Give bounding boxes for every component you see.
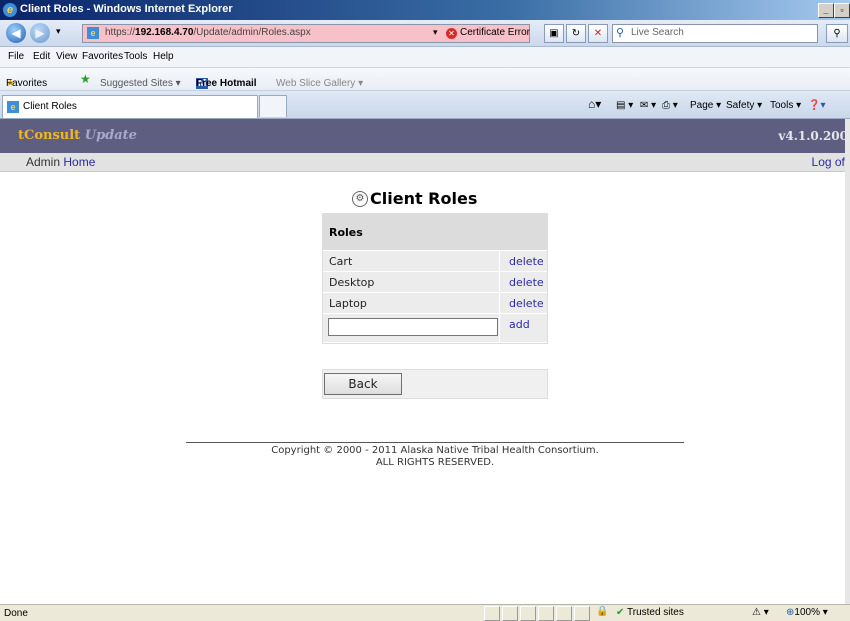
- roles-header: Roles: [323, 214, 547, 251]
- minimize-button[interactable]: _: [818, 3, 834, 18]
- window-title-bar: e Client Roles - Windows Internet Explor…: [0, 0, 850, 20]
- tab-bar: e Client Roles ⌂▾ ▤ ▾ ✉ ▾ ⎙ ▾ Page ▾ Saf…: [0, 91, 850, 119]
- tools-menu[interactable]: Tools ▾: [770, 100, 801, 111]
- certificate-error-icon: ✕: [446, 28, 457, 39]
- help-icon[interactable]: ❓▾: [808, 100, 825, 111]
- site-brand: tConsult Update: [18, 128, 137, 143]
- search-button[interactable]: ⚲: [826, 24, 848, 43]
- delete-link[interactable]: delete: [509, 255, 544, 268]
- delete-link[interactable]: delete: [509, 276, 544, 289]
- table-row: Cart delete: [323, 251, 547, 272]
- menu-edit[interactable]: Edit: [33, 51, 50, 62]
- recent-pages-dropdown-icon[interactable]: ▾: [56, 26, 61, 37]
- add-role-row: add: [323, 314, 547, 343]
- role-name: Cart: [329, 255, 353, 268]
- tab-page-icon: e: [7, 101, 19, 113]
- address-toolbar: ◀ ▶ ▾ e https://192.168.4.70/Update/admi…: [0, 20, 850, 47]
- back-button[interactable]: Back: [324, 373, 402, 395]
- roles-icon: ⚙: [352, 191, 368, 207]
- stop-icon[interactable]: ✕: [588, 24, 608, 43]
- back-nav-button[interactable]: ◀: [6, 23, 26, 43]
- safety-menu[interactable]: Safety ▾: [726, 100, 762, 111]
- add-link[interactable]: add: [509, 318, 530, 331]
- site-header: tConsult Update v4.1.0.200: [0, 119, 850, 153]
- status-bar: Done 🔒 ✔ Trusted sites ⚠ ▾ ⊕100% ▾: [0, 604, 850, 621]
- ie-logo-icon: e: [3, 3, 17, 17]
- role-name: Laptop: [329, 297, 367, 310]
- feeds-icon[interactable]: ▤ ▾: [616, 100, 633, 111]
- footer-divider: [186, 442, 684, 443]
- home-icon[interactable]: ⌂▾: [588, 97, 601, 111]
- delete-link[interactable]: delete: [509, 297, 544, 310]
- forward-nav-button[interactable]: ▶: [30, 23, 50, 43]
- menu-tools[interactable]: Tools: [124, 51, 147, 62]
- compatibility-view-icon[interactable]: ▣: [544, 24, 564, 43]
- menu-help[interactable]: Help: [153, 51, 174, 62]
- logoff-link[interactable]: Log off: [812, 155, 848, 169]
- page-menu[interactable]: Page ▾: [690, 100, 721, 111]
- menu-file[interactable]: File: [8, 51, 24, 62]
- home-link[interactable]: Home: [63, 155, 95, 169]
- refresh-icon[interactable]: ↻: [566, 24, 586, 43]
- address-url: https://192.168.4.70/Update/admin/Roles.…: [105, 27, 311, 38]
- menu-view[interactable]: View: [56, 51, 78, 62]
- restore-button[interactable]: ▫: [834, 3, 850, 18]
- version-label: v4.1.0.200: [778, 129, 848, 143]
- tab-client-roles[interactable]: e Client Roles: [2, 95, 258, 118]
- address-dropdown-icon[interactable]: ▾: [433, 27, 438, 38]
- protected-mode-icon[interactable]: 🔒: [596, 606, 608, 617]
- roles-table: Roles Cart delete Desktop delete Laptop …: [322, 213, 548, 344]
- status-text: Done: [4, 608, 28, 619]
- page-title: ⚙ Client Roles: [352, 189, 477, 208]
- live-search-icon: ⚲: [616, 27, 625, 39]
- copyright: Copyright © 2000 - 2011 Alaska Native Tr…: [271, 445, 599, 468]
- print-icon[interactable]: ⎙ ▾: [662, 100, 678, 111]
- window-title: Client Roles - Windows Internet Explorer: [20, 3, 233, 15]
- scrollbar-track[interactable]: [845, 119, 850, 604]
- table-row: Desktop delete: [323, 272, 547, 293]
- menu-bar: File Edit View Favorites Tools Help: [0, 47, 850, 68]
- breadcrumb: Admin Home Log off: [0, 153, 850, 172]
- popup-blocker-icon[interactable]: ⚠ ▾: [752, 607, 769, 618]
- role-name: Desktop: [329, 276, 375, 289]
- menu-favorites[interactable]: Favorites: [82, 51, 123, 62]
- table-row: Laptop delete: [323, 293, 547, 314]
- read-mail-icon[interactable]: ✉ ▾: [640, 100, 656, 111]
- new-tab-button[interactable]: [259, 95, 287, 117]
- new-role-input[interactable]: [328, 318, 498, 336]
- back-panel: Back: [322, 369, 548, 399]
- add-favorite-icon[interactable]: ★: [80, 72, 91, 86]
- certificate-error-button[interactable]: ✕ Certificate Error: [446, 27, 530, 39]
- search-input[interactable]: ⚲ Live Search: [612, 24, 818, 43]
- security-zone[interactable]: ✔ Trusted sites: [616, 607, 684, 618]
- page-icon: e: [87, 27, 99, 39]
- favorites-bar: ★ Favorites ★ Suggested Sites ▾ M Free Ho…: [0, 68, 850, 91]
- zoom-level[interactable]: ⊕100% ▾: [786, 607, 828, 618]
- check-icon: ✔: [616, 607, 625, 618]
